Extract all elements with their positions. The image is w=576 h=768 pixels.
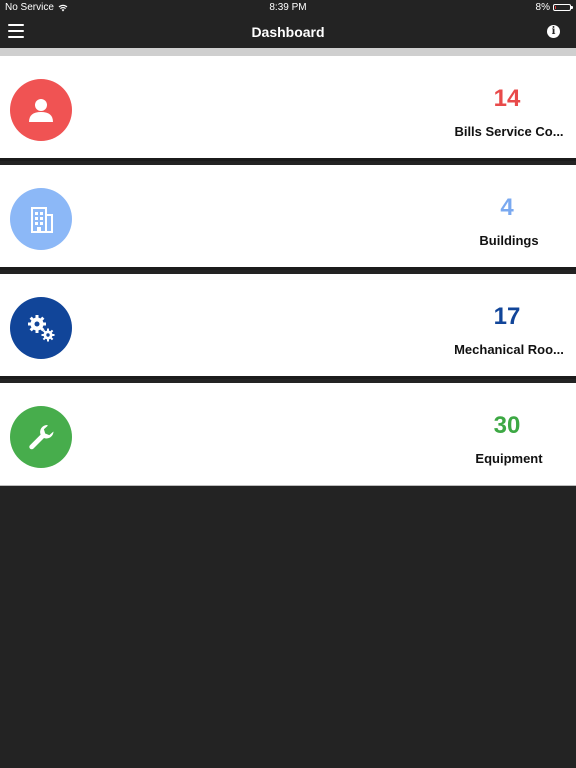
card-buildings[interactable]: 4 Buildings [0, 165, 576, 270]
card-mechanical-rooms[interactable]: 17 Mechanical Roo... [0, 274, 576, 379]
card-icon-circle [10, 79, 72, 141]
wrench-icon [29, 425, 54, 450]
user-icon [29, 99, 53, 122]
page-title: Dashboard [251, 24, 325, 40]
building-icon [31, 207, 53, 233]
card-count: 4 [500, 194, 514, 221]
nav-bar: Dashboard i [0, 16, 576, 48]
card-icon-circle [10, 188, 72, 250]
card-count: 17 [493, 303, 521, 330]
card-label: Mechanical Roo... [454, 342, 564, 357]
card-bills-service[interactable]: 14 Bills Service Co... [0, 56, 576, 161]
card-label: Equipment [475, 451, 543, 466]
status-bar: No Service 8:39 PM 8% [0, 0, 576, 16]
battery-fill [555, 6, 556, 9]
card-icon-circle [10, 406, 72, 468]
card-equipment[interactable]: 30 Equipment [0, 383, 576, 486]
info-icon[interactable]: i [547, 25, 560, 38]
status-right: 8% [535, 2, 573, 13]
card-count: 30 [493, 412, 521, 439]
card-label: Buildings [479, 233, 539, 248]
nav-divider [0, 48, 576, 56]
card-count: 14 [493, 85, 521, 112]
battery-percent: 8% [535, 2, 550, 13]
card-icon-circle [10, 297, 72, 359]
gears-icon [28, 315, 55, 342]
battery-icon [553, 4, 573, 11]
card-label: Bills Service Co... [454, 124, 564, 139]
status-time: 8:39 PM [269, 2, 307, 13]
